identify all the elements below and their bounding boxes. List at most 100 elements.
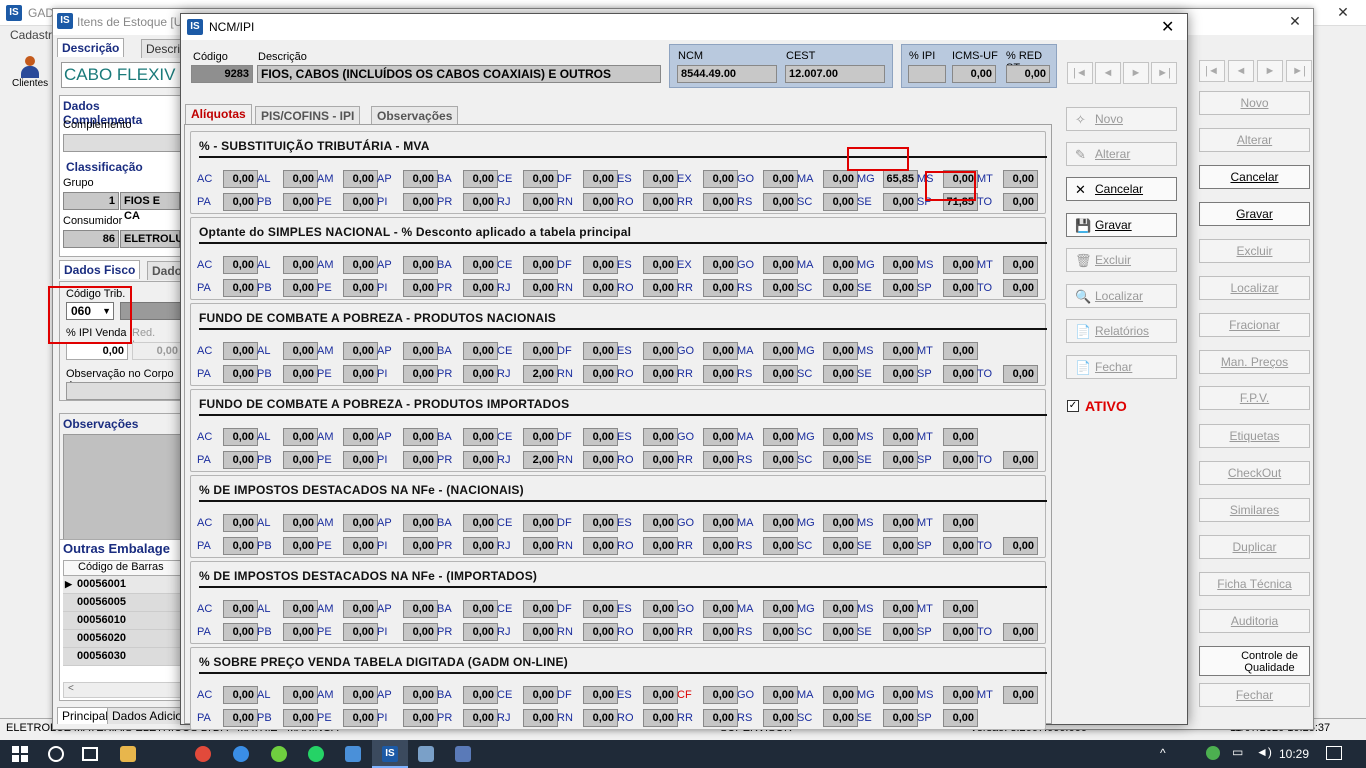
uf-value-field[interactable]: 0,00: [343, 342, 378, 360]
uf-value-field[interactable]: 0,00: [223, 170, 258, 188]
uf-value-field[interactable]: 0,00: [643, 428, 678, 446]
item-button-10[interactable]: CheckOut: [1199, 461, 1310, 485]
uf-value-field[interactable]: 0,00: [283, 451, 318, 469]
dialog-alterar-button[interactable]: ✎ Alterar: [1066, 142, 1177, 166]
uf-value-field[interactable]: 0,00: [883, 342, 918, 360]
uf-value-field[interactable]: 0,00: [403, 279, 438, 297]
uf-value-field[interactable]: 0,00: [343, 279, 378, 297]
item-button-7[interactable]: Man. Preços: [1199, 350, 1310, 374]
clientes-button[interactable]: Clientes: [12, 56, 48, 89]
uf-value-field[interactable]: 0,00: [943, 686, 978, 704]
last-record-icon[interactable]: ►|: [1286, 60, 1312, 82]
uf-value-field[interactable]: 0,00: [403, 686, 438, 704]
uf-value-field[interactable]: 0,00: [583, 686, 618, 704]
tray-chevron-icon[interactable]: ^: [1160, 746, 1166, 760]
uf-value-field[interactable]: 0,00: [763, 537, 798, 555]
uf-value-field[interactable]: 0,00: [943, 256, 978, 274]
uf-value-field[interactable]: 2,00: [523, 365, 558, 383]
uf-value-field[interactable]: 0,00: [283, 600, 318, 618]
uf-value-field[interactable]: 0,00: [583, 451, 618, 469]
uf-value-field[interactable]: 0,00: [463, 686, 498, 704]
uf-value-field[interactable]: 0,00: [643, 170, 678, 188]
dialog-excluir-button[interactable]: 🗑 Excluir: [1066, 248, 1177, 272]
dialog-close-icon[interactable]: ✕: [1161, 17, 1174, 36]
uf-value-field[interactable]: 0,00: [1003, 193, 1038, 211]
obs-corpo-field[interactable]: [66, 382, 182, 400]
search-icon[interactable]: [48, 746, 64, 762]
uf-value-field[interactable]: 0,00: [343, 514, 378, 532]
uf-value-field[interactable]: 0,00: [523, 537, 558, 555]
uf-value-field[interactable]: 0,00: [643, 342, 678, 360]
uf-value-field[interactable]: 0,00: [703, 600, 738, 618]
uf-value-field[interactable]: 0,00: [763, 365, 798, 383]
ativo-checkbox[interactable]: ✓: [1067, 400, 1079, 412]
app-green-icon[interactable]: [271, 746, 287, 762]
uf-value-field[interactable]: 0,00: [463, 342, 498, 360]
uf-value-field[interactable]: 0,00: [763, 256, 798, 274]
item-button-11[interactable]: Similares: [1199, 498, 1310, 522]
tab-principal[interactable]: Principal: [57, 707, 114, 724]
uf-value-field[interactable]: 0,00: [703, 686, 738, 704]
uf-value-field[interactable]: 0,00: [883, 193, 918, 211]
item-button-13[interactable]: Ficha Técnica: [1199, 572, 1310, 596]
uf-value-field[interactable]: 0,00: [703, 428, 738, 446]
uf-value-field[interactable]: 0,00: [403, 342, 438, 360]
uf-value-field[interactable]: 0,00: [763, 342, 798, 360]
uf-value-field[interactable]: 0,00: [583, 600, 618, 618]
uf-value-field[interactable]: 0,00: [883, 451, 918, 469]
task-view-icon[interactable]: [82, 747, 98, 761]
uf-value-field[interactable]: 0,00: [463, 193, 498, 211]
uf-value-field[interactable]: 0,00: [943, 709, 978, 727]
dialog-novo-button[interactable]: ✧ Novo: [1066, 107, 1177, 131]
uf-value-field[interactable]: 0,00: [1003, 686, 1038, 704]
app-doc-icon[interactable]: [455, 746, 471, 762]
item-button-9[interactable]: Etiquetas: [1199, 424, 1310, 448]
tab-aliquotas[interactable]: Alíquotas: [185, 104, 252, 126]
uf-value-field[interactable]: 0,00: [643, 686, 678, 704]
prev-record-icon[interactable]: ◄: [1228, 60, 1254, 82]
uf-value-field[interactable]: 0,00: [643, 451, 678, 469]
uf-value-field[interactable]: 0,00: [703, 193, 738, 211]
observacoes-textarea[interactable]: [63, 434, 181, 540]
uf-value-field[interactable]: 0,00: [763, 428, 798, 446]
uf-value-field[interactable]: 0,00: [523, 279, 558, 297]
uf-value-field[interactable]: 0,00: [463, 451, 498, 469]
uf-value-field[interactable]: 0,00: [343, 428, 378, 446]
dlg-last-record-icon[interactable]: ►|: [1151, 62, 1177, 84]
uf-value-field[interactable]: 0,00: [823, 170, 858, 188]
uf-value-field[interactable]: 0,00: [583, 428, 618, 446]
uf-value-field[interactable]: 0,00: [523, 342, 558, 360]
uf-value-field[interactable]: 0,00: [463, 279, 498, 297]
uf-value-field[interactable]: 0,00: [463, 256, 498, 274]
ipi-venda-field[interactable]: 0,00: [66, 342, 128, 360]
uf-value-field[interactable]: 0,00: [463, 170, 498, 188]
uf-value-field[interactable]: 0,00: [523, 256, 558, 274]
barcode-row[interactable]: 00056020: [63, 630, 181, 648]
uf-value-field[interactable]: 0,00: [703, 709, 738, 727]
uf-value-field[interactable]: 0,00: [763, 514, 798, 532]
uf-value-field[interactable]: 0,00: [763, 709, 798, 727]
uf-value-field[interactable]: 0,00: [523, 600, 558, 618]
uf-value-field[interactable]: 0,00: [283, 537, 318, 555]
app-paint-icon[interactable]: [418, 746, 434, 762]
main-close-icon[interactable]: ✕: [1320, 0, 1366, 26]
uf-value-field[interactable]: 0,00: [283, 342, 318, 360]
uf-value-field[interactable]: 0,00: [523, 686, 558, 704]
chrome-icon[interactable]: [195, 746, 211, 762]
uf-value-field[interactable]: 0,00: [283, 686, 318, 704]
uf-value-field[interactable]: 0,00: [403, 600, 438, 618]
uf-value-field[interactable]: 0,00: [763, 170, 798, 188]
uf-value-field[interactable]: 0,00: [583, 365, 618, 383]
uf-value-field[interactable]: 0,00: [403, 623, 438, 641]
uf-value-field[interactable]: 0,00: [1003, 623, 1038, 641]
uf-value-field[interactable]: 0,00: [823, 193, 858, 211]
uf-value-field[interactable]: 0,00: [1003, 256, 1038, 274]
file-explorer-icon[interactable]: [120, 746, 136, 762]
uf-value-field[interactable]: 0,00: [343, 365, 378, 383]
uf-value-field[interactable]: 0,00: [823, 514, 858, 532]
app-blue-icon[interactable]: [345, 746, 361, 762]
uf-value-field[interactable]: 0,00: [283, 256, 318, 274]
uf-value-field[interactable]: 0,00: [223, 537, 258, 555]
uf-value-field[interactable]: 0,00: [283, 428, 318, 446]
grupo-code-field[interactable]: 1: [63, 192, 119, 210]
